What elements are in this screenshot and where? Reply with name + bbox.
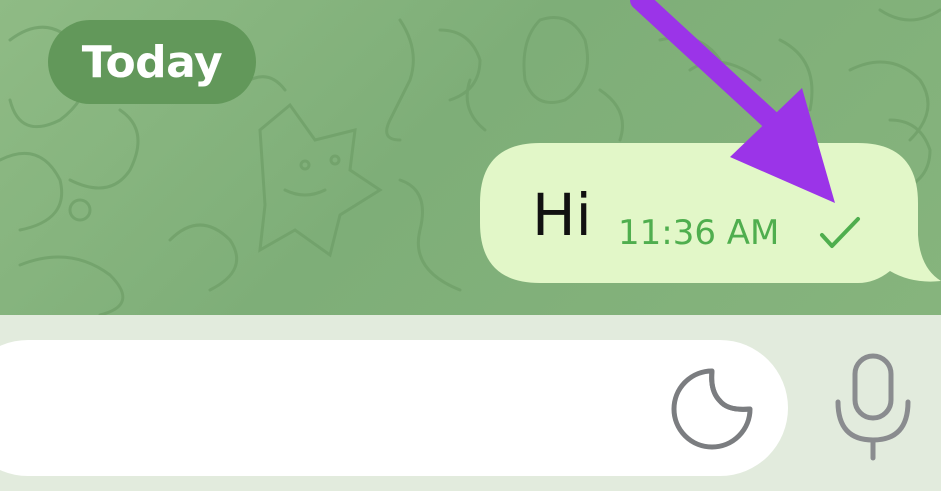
sticker-button[interactable] [668, 365, 756, 453]
microphone-button[interactable] [830, 352, 916, 462]
sent-check-icon [820, 217, 860, 248]
sticker-icon [671, 368, 753, 450]
chat-area: Today Hi 11:36 AM [0, 0, 941, 315]
microphone-icon [835, 353, 911, 461]
date-label: Today [81, 36, 223, 88]
message-timestamp: 11:36 AM [618, 213, 780, 253]
date-separator: Today [48, 20, 256, 104]
outgoing-message-bubble[interactable]: Hi 11:36 AM [480, 143, 941, 288]
message-text: Hi [532, 181, 592, 249]
